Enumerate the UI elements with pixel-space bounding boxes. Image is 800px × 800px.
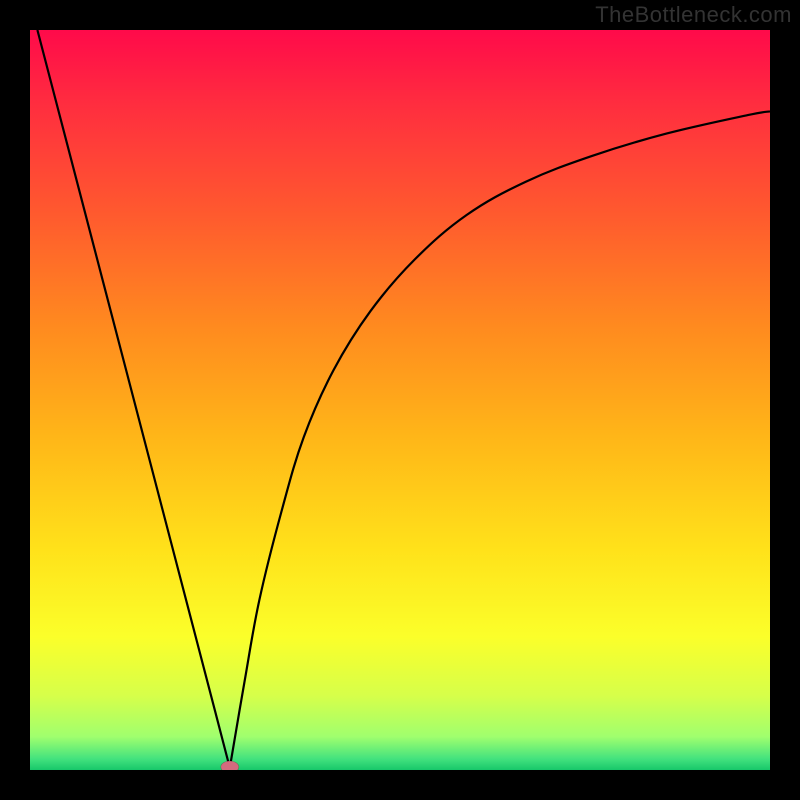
chart-frame: TheBottleneck.com	[0, 0, 800, 800]
bottleneck-curve-chart	[30, 30, 770, 770]
gradient-background	[30, 30, 770, 770]
plot-area	[30, 30, 770, 770]
watermark-text: TheBottleneck.com	[595, 2, 792, 28]
